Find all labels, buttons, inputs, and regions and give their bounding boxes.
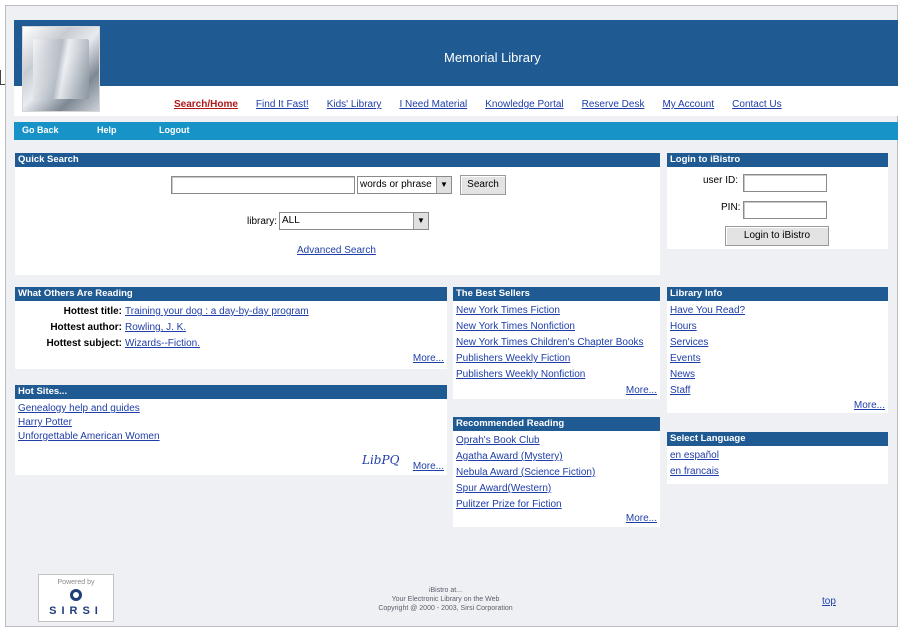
advanced-search-link[interactable]: Advanced Search — [297, 245, 376, 256]
best-sellers-more-link[interactable]: More... — [626, 385, 657, 396]
header: Memorial Library Search/Home Find It Fas… — [14, 20, 898, 116]
hottest-title-label: Hottest title: — [63, 306, 122, 317]
footer-line-1: iBistro at... — [428, 587, 463, 594]
search-button[interactable]: Search — [460, 175, 506, 195]
hottest-author-link[interactable]: Rowling, J. K. — [125, 320, 309, 336]
nav-my-account[interactable]: My Account — [662, 99, 714, 110]
pin-label: PIN: — [721, 202, 741, 213]
library-info-panel: Library Info Have You Read? Hours Servic… — [667, 287, 888, 413]
library-select-value: ALL — [282, 215, 300, 226]
hot-site-link[interactable]: Harry Potter — [18, 416, 444, 430]
nav-search-home[interactable]: Search/Home — [174, 99, 238, 110]
others-reading-more-link[interactable]: More... — [413, 353, 444, 364]
login-heading: Login to iBistro — [667, 153, 888, 168]
book-icon — [33, 39, 89, 99]
footer-line-3: Copyright @ 2000 - 2003, Sirsi Corporati… — [378, 605, 513, 612]
hottest-subject-label: Hottest subject: — [46, 338, 122, 349]
library-info-link[interactable]: News — [670, 367, 885, 383]
footer-line-2: Your Electronic Library on the Web — [391, 596, 500, 603]
help-button[interactable]: Help — [97, 125, 117, 135]
search-mode-value: words or phrase — [360, 179, 432, 190]
search-mode-select[interactable]: words or phrase ▼ — [357, 176, 452, 194]
hot-site-link[interactable]: Genealogy help and guides — [18, 402, 444, 416]
hottest-title-link[interactable]: Training your dog : a day-by-day program — [125, 304, 309, 320]
hot-sites-heading: Hot Sites... — [15, 385, 447, 400]
chevron-down-icon: ▼ — [413, 213, 428, 229]
library-info-link[interactable]: Services — [670, 335, 885, 351]
best-sellers-heading: The Best Sellers — [453, 287, 660, 302]
logout-button[interactable]: Logout — [159, 125, 190, 135]
nav-reserve-desk[interactable]: Reserve Desk — [582, 99, 645, 110]
best-seller-link[interactable]: New York Times Children's Chapter Books — [456, 335, 657, 351]
others-reading-panel: What Others Are Reading Hottest title: H… — [15, 287, 447, 369]
top-link[interactable]: top — [822, 596, 836, 607]
powered-by-label: Powered by — [57, 579, 95, 586]
language-spanish-link[interactable]: en español — [670, 448, 885, 464]
best-seller-link[interactable]: New York Times Fiction — [456, 303, 657, 319]
quick-search-panel: Quick Search words or phrase ▼ Search li… — [15, 153, 660, 275]
nav-kids-library[interactable]: Kids' Library — [327, 99, 382, 110]
language-panel: Select Language en español en francais — [667, 432, 888, 484]
go-back-button[interactable]: Go Back — [22, 125, 59, 135]
hottest-author-label: Hottest author: — [50, 322, 122, 333]
hottest-subject-link[interactable]: Wizards--Fiction. — [125, 336, 309, 352]
login-button[interactable]: Login to iBistro — [725, 226, 829, 246]
recommended-link[interactable]: Pulitzer Prize for Fiction — [456, 497, 657, 513]
user-id-input[interactable] — [743, 174, 827, 192]
language-heading: Select Language — [667, 432, 888, 447]
library-info-link[interactable]: Hours — [670, 319, 885, 335]
library-label: library: — [247, 216, 278, 227]
toolbar: Go Back Help Logout — [14, 122, 898, 140]
recommended-link[interactable]: Agatha Award (Mystery) — [456, 449, 657, 465]
quick-search-heading: Quick Search — [15, 153, 660, 168]
user-id-label: user ID: — [703, 175, 739, 186]
edge-marker — [0, 70, 5, 85]
library-title: Memorial Library — [444, 50, 541, 65]
library-info-link[interactable]: Staff — [670, 383, 885, 399]
best-seller-link[interactable]: New York Times Nonfiction — [456, 319, 657, 335]
recommended-heading: Recommended Reading — [453, 417, 660, 432]
library-info-more-link[interactable]: More... — [854, 400, 885, 411]
recommended-more-link[interactable]: More... — [626, 513, 657, 524]
nav-i-need-material[interactable]: I Need Material — [399, 99, 467, 110]
search-input[interactable] — [171, 176, 355, 194]
login-panel: Login to iBistro user ID: PIN: Login to … — [667, 153, 888, 249]
nav-knowledge-portal[interactable]: Knowledge Portal — [485, 99, 563, 110]
nav-contact-us[interactable]: Contact Us — [732, 99, 781, 110]
libpq-logo[interactable]: LibPQ — [362, 453, 399, 467]
library-logo — [22, 26, 100, 112]
top-navigation: Search/Home Find It Fast! Kids' Library … — [174, 99, 800, 110]
library-select[interactable]: ALL ▼ — [279, 212, 429, 230]
pin-input[interactable] — [743, 201, 827, 219]
chevron-down-icon: ▼ — [436, 177, 451, 193]
library-info-link[interactable]: Events — [670, 351, 885, 367]
best-sellers-panel: The Best Sellers New York Times Fiction … — [453, 287, 660, 399]
best-seller-link[interactable]: Publishers Weekly Fiction — [456, 351, 657, 367]
recommended-link[interactable]: Oprah's Book Club — [456, 433, 657, 449]
recommended-link[interactable]: Nebula Award (Science Fiction) — [456, 465, 657, 481]
hot-sites-more-link[interactable]: More... — [413, 461, 444, 472]
library-info-link[interactable]: Have You Read? — [670, 303, 885, 319]
banner: Memorial Library — [14, 20, 898, 86]
best-seller-link[interactable]: Publishers Weekly Nonfiction — [456, 367, 657, 383]
recommended-panel: Recommended Reading Oprah's Book Club Ag… — [453, 417, 660, 527]
nav-find-it-fast[interactable]: Find It Fast! — [256, 99, 309, 110]
recommended-link[interactable]: Spur Award(Western) — [456, 481, 657, 497]
library-info-heading: Library Info — [667, 287, 888, 302]
language-french-link[interactable]: en francais — [670, 464, 885, 480]
hot-site-link[interactable]: Unforgettable American Women — [18, 430, 444, 444]
others-reading-heading: What Others Are Reading — [15, 287, 447, 302]
